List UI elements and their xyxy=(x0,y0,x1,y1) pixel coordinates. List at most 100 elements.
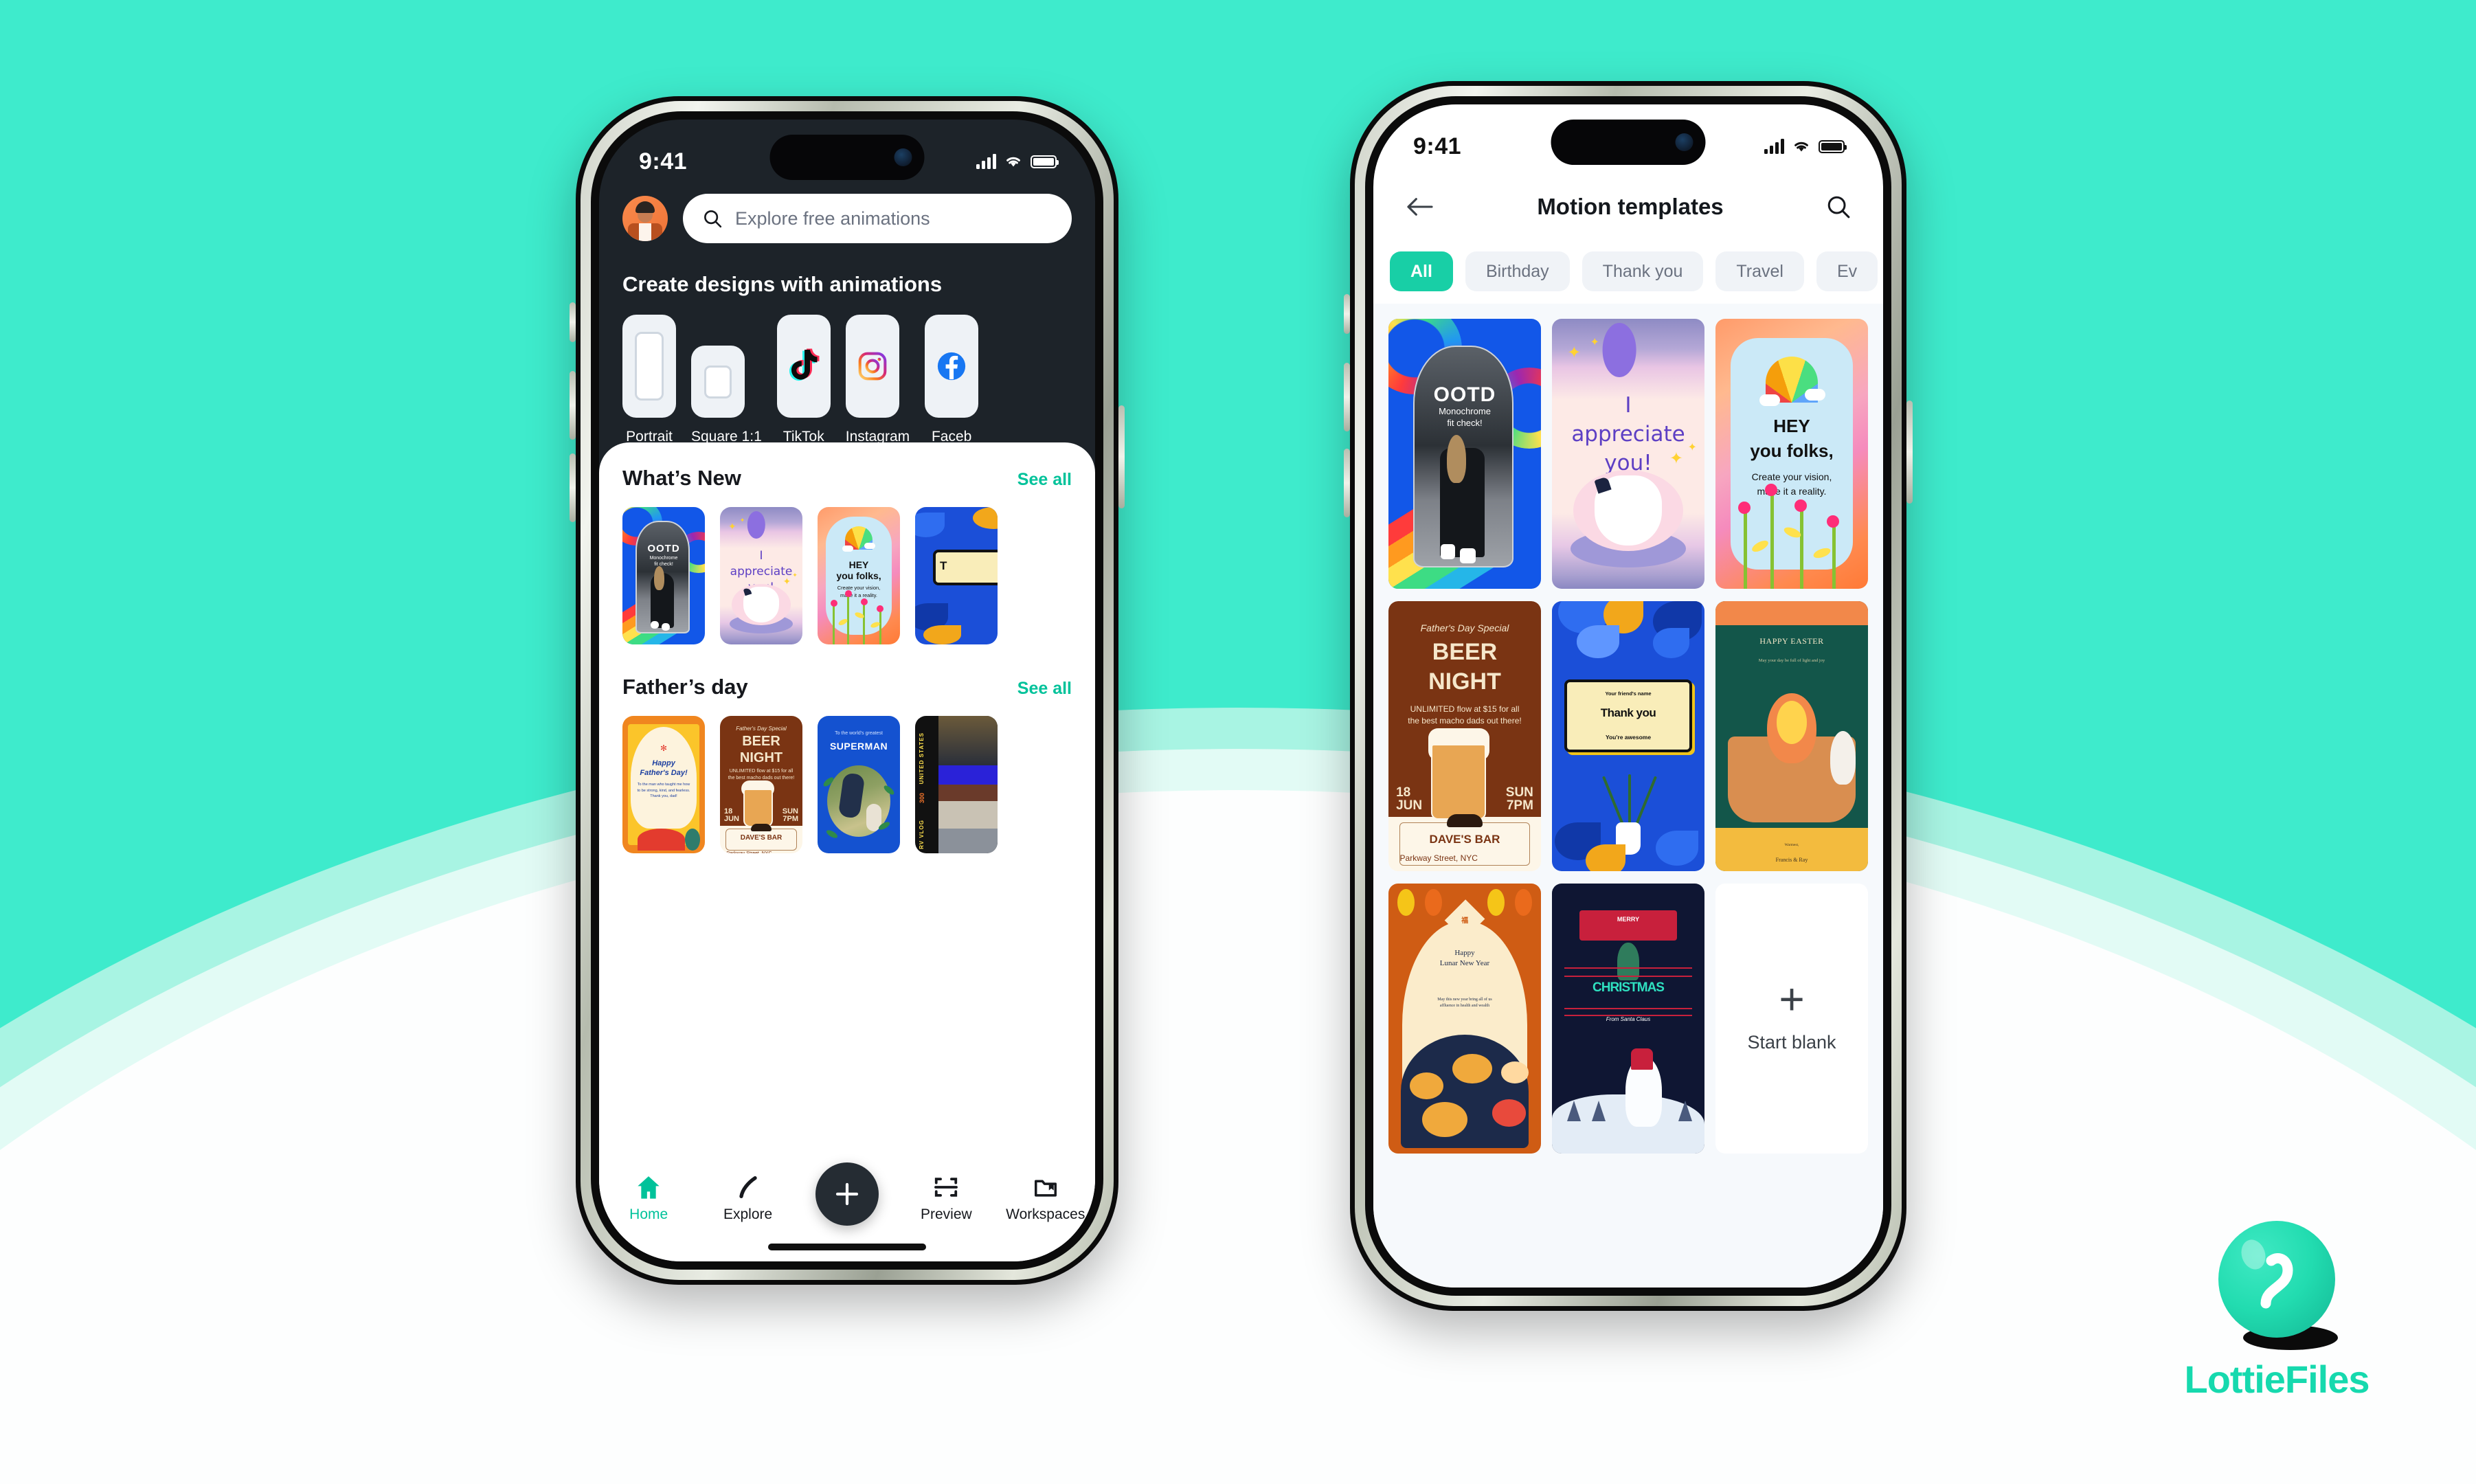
card-title: UNITED STATES xyxy=(918,732,925,785)
template-cell-thank-you[interactable]: Your friend's name Thank you You're awes… xyxy=(1552,601,1704,871)
volume-down-button[interactable] xyxy=(1344,449,1350,517)
template-cell-hey-you-folks[interactable]: HEY you folks, Create your vision, make i… xyxy=(1715,319,1868,589)
card-title: Happy Father's Day! xyxy=(640,759,688,778)
nav-item-workspaces[interactable]: Workspaces xyxy=(1005,1171,1086,1223)
filter-chip-all[interactable]: All xyxy=(1390,251,1453,291)
volume-up-button[interactable] xyxy=(1344,363,1350,431)
format-list[interactable]: Portrait 16:9 Square 1:1 xyxy=(599,297,1095,466)
create-button[interactable] xyxy=(815,1162,879,1226)
card-title-line1: BEER xyxy=(1432,639,1498,666)
volume-down-button[interactable] xyxy=(570,453,576,522)
search-icon xyxy=(704,210,722,228)
nav-item-explore[interactable]: Explore xyxy=(708,1171,789,1223)
nav-label: Preview xyxy=(921,1206,972,1222)
nav-label: Home xyxy=(629,1206,668,1222)
card-venue: DAVE'S BAR xyxy=(1429,832,1500,846)
card-title-line2: NIGHT xyxy=(739,750,783,765)
moustache-icon xyxy=(751,824,772,831)
template-cell-easter[interactable]: HAPPY EASTER May your day be full of lig… xyxy=(1715,601,1868,871)
flower-icon: ✻ xyxy=(660,743,668,753)
arrow-left-icon[interactable] xyxy=(1405,195,1435,218)
template-card-appreciate[interactable]: ✦✦ ✦✦ Iappreciateyou! xyxy=(720,507,802,644)
dynamic-island xyxy=(1551,120,1706,165)
card-title: SUPERMAN xyxy=(829,741,888,752)
card-subtitle: UNLIMITED flow at $15 for all the best ma… xyxy=(728,769,795,780)
template-cell-appreciate[interactable]: ✦ ✦ ✦ ✦ Iappreciate you! xyxy=(1552,319,1704,589)
card-line1: Your friend's name xyxy=(1605,690,1652,697)
template-card-rv-vlog[interactable]: UNITED STATES 300 RV VLOG xyxy=(915,716,998,853)
template-card-superman[interactable]: To the world's greatest SUPERMAN xyxy=(818,716,900,853)
volume-up-button[interactable] xyxy=(570,371,576,440)
nav-item-home[interactable]: Home xyxy=(608,1171,689,1223)
card-ribbon: MERRY xyxy=(1617,916,1640,923)
template-cell-ootd[interactable]: OOTD Monochrome fit check! xyxy=(1388,319,1541,589)
filter-chip-travel[interactable]: Travel xyxy=(1715,251,1804,291)
card-title: CHRISTMAS xyxy=(1592,980,1665,996)
front-camera-icon xyxy=(894,148,912,166)
card-signoff: Francis & Ray xyxy=(1775,857,1808,864)
card-subtitle: RV VLOG xyxy=(918,820,925,849)
card-title-line2: NIGHT xyxy=(1428,668,1501,695)
card-number: 300 xyxy=(918,793,925,804)
template-card-ootd[interactable]: OOTD Monochrome fit check! xyxy=(622,507,705,644)
search-input[interactable]: Explore free animations xyxy=(683,194,1072,243)
filter-chip-event[interactable]: Ev xyxy=(1816,251,1878,291)
whats-new-card-row[interactable]: OOTD Monochrome fit check! ✦ ✦ ✦ ✦ Iappreci… xyxy=(599,491,1095,644)
power-button[interactable] xyxy=(1118,405,1125,508)
card-title-line1: HEY xyxy=(1773,416,1810,437)
template-card-thank-you-partial[interactable]: T xyxy=(915,507,998,644)
page-title: Motion templates xyxy=(1537,194,1724,219)
mute-switch[interactable] xyxy=(1344,294,1350,334)
card-subtitle: Monochrome fit check! xyxy=(649,556,678,567)
wifi-icon xyxy=(1794,142,1808,152)
nav-label: Workspaces xyxy=(1006,1206,1085,1222)
section-header-whats-new: What’s New See all xyxy=(599,442,1095,491)
fathers-day-card-row[interactable]: ✻ Happy Father's Day! To the man who taug… xyxy=(599,699,1095,853)
search-placeholder: Explore free animations xyxy=(735,207,930,229)
card-title-line2: you folks, xyxy=(1750,440,1834,461)
card-line2: Thank you xyxy=(1600,706,1656,720)
nav-item-preview[interactable]: Preview xyxy=(905,1171,987,1223)
template-grid[interactable]: OOTD Monochrome fit check! ✦ ✦ ✦ ✦ Iappre… xyxy=(1373,304,1883,1288)
tiktok-icon xyxy=(789,348,820,381)
template-cell-lunar-new-year[interactable]: 福 Happy Lunar New Year May this new year … xyxy=(1388,884,1541,1154)
filter-chip-birthday[interactable]: Birthday xyxy=(1465,251,1570,291)
section-title-whats-new: What’s New xyxy=(622,466,741,490)
plus-icon xyxy=(835,1182,859,1206)
see-all-whats-new[interactable]: See all xyxy=(1017,470,1072,490)
avatar[interactable] xyxy=(622,196,668,241)
start-blank-label: Start blank xyxy=(1747,1032,1836,1053)
template-card-happy-fathers-day[interactable]: ✻ Happy Father's Day! To the man who taug… xyxy=(622,716,705,853)
mute-switch[interactable] xyxy=(570,302,576,342)
template-cell-beer-night[interactable]: Father's Day Special BEER NIGHT UNLIMITE… xyxy=(1388,601,1541,871)
plus-icon: + xyxy=(1779,974,1805,1024)
card-title: OOTD xyxy=(647,543,680,554)
search-icon[interactable] xyxy=(1825,194,1852,220)
phone-mockup-home: 9:41 Explore free animations Create desi… xyxy=(570,96,1125,1285)
battery-icon xyxy=(1031,155,1059,168)
card-subtitle: UNLIMITED flow at $15 for all the best ma… xyxy=(1408,704,1522,726)
content-sheet: What’s New See all OOTD Monochrome fit ch… xyxy=(599,442,1095,1261)
card-title: OOTD xyxy=(1433,383,1496,407)
template-cell-christmas[interactable]: MERRY CHRISTMAS From Santa Claus xyxy=(1552,884,1704,1154)
pen-stroke-icon xyxy=(708,1171,789,1204)
template-card-beer-night[interactable]: Father's Day Special BEER NIGHT UNLIMITE… xyxy=(720,716,802,853)
template-card-hey-you-folks[interactable]: HEY you folks, Create your vision, make i… xyxy=(818,507,900,644)
folder-bookmark-icon xyxy=(1005,1171,1086,1204)
home-screen: 9:41 Explore free animations Create desi… xyxy=(599,120,1095,1261)
status-time: 9:41 xyxy=(1413,133,1462,159)
see-all-fathers-day[interactable]: See all xyxy=(1017,679,1072,699)
filter-chip-thank-you[interactable]: Thank you xyxy=(1582,251,1704,291)
wifi-icon xyxy=(1006,157,1020,167)
create-section-title: Create designs with animations xyxy=(622,272,943,296)
power-button[interactable] xyxy=(1906,401,1913,504)
card-subtitle: To the man who taught me how to be strong… xyxy=(637,783,690,799)
card-eyebrow: Father's Day Special xyxy=(736,726,787,732)
card-date: 18 JUN xyxy=(724,807,740,823)
filter-chip-row[interactable]: All Birthday Thank you Travel Ev xyxy=(1373,220,1883,291)
cellular-bars-icon xyxy=(976,154,996,169)
template-cell-start-blank[interactable]: + Start blank xyxy=(1715,884,1868,1154)
card-glyph: 福 xyxy=(1461,917,1468,925)
card-signoff-label: Warmest, xyxy=(1784,842,1799,847)
card-subtitle: Monochrome fit check! xyxy=(1439,405,1491,429)
